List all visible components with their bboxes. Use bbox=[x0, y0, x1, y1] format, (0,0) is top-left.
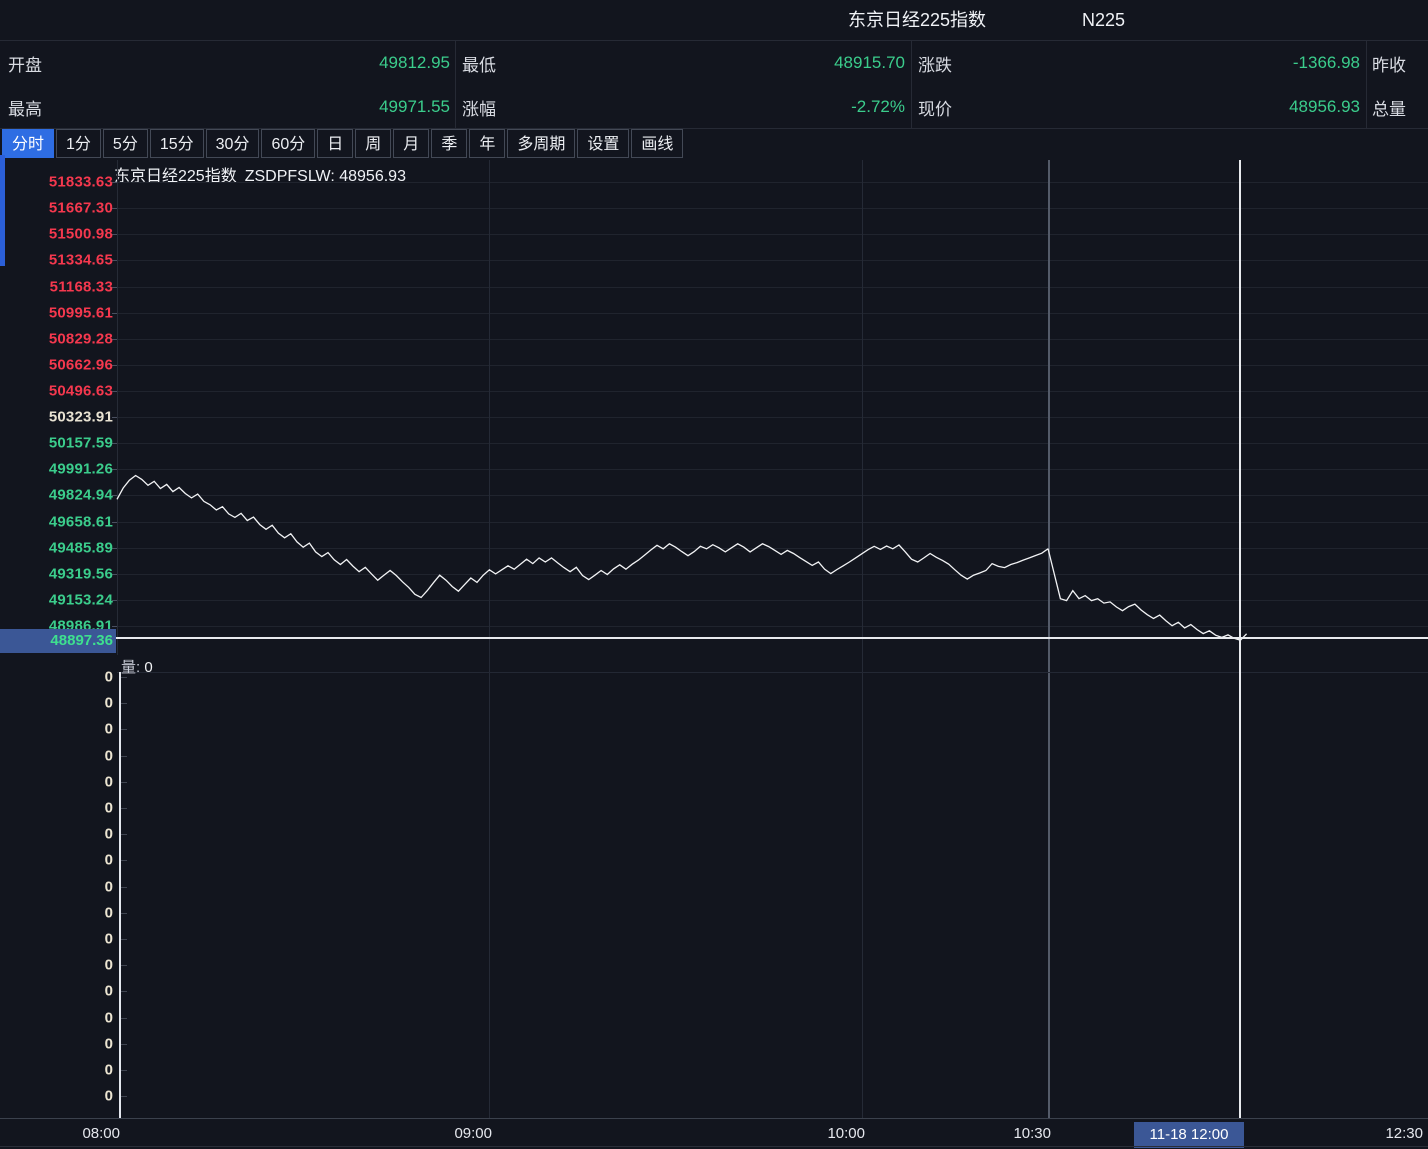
volume-axis-tick bbox=[121, 913, 127, 914]
instrument-symbol: N225 bbox=[1082, 0, 1125, 40]
volume-axis-tick bbox=[121, 1070, 127, 1071]
volume-axis-tick bbox=[121, 834, 127, 835]
tab-季[interactable]: 季 bbox=[431, 129, 467, 158]
quote-field: 涨跌-1366.98 bbox=[918, 41, 1360, 85]
volume-axis-label: 0 bbox=[0, 931, 113, 948]
tab-多周期[interactable]: 多周期 bbox=[507, 129, 575, 158]
time-axis-label: 12:30 bbox=[1385, 1119, 1423, 1149]
volume-label: 量 bbox=[121, 659, 136, 676]
volume-axis-label: 0 bbox=[0, 852, 113, 869]
quote-field-label: 涨跌 bbox=[918, 51, 952, 76]
bottom-edge-line bbox=[0, 1146, 1428, 1147]
quote-field: 总量 bbox=[1372, 85, 1428, 129]
quote-field: 最高49971.55 bbox=[8, 85, 450, 129]
volume-axis-label: 0 bbox=[0, 669, 113, 686]
quote-divider bbox=[1366, 41, 1367, 128]
tab-画线[interactable]: 画线 bbox=[631, 129, 683, 158]
volume-pane-top-border bbox=[117, 672, 1428, 673]
time-axis-label: 09:00 bbox=[454, 1119, 492, 1149]
quote-field-value: -1366.98 bbox=[952, 53, 1360, 73]
volume-axis-label: 0 bbox=[0, 878, 113, 895]
quote-field-label: 总量 bbox=[1372, 95, 1406, 120]
crosshair-vertical-line bbox=[1239, 160, 1241, 1118]
time-axis-label: 10:30 bbox=[1013, 1119, 1051, 1149]
volume-axis-label: 0 bbox=[0, 983, 113, 1000]
volume-axis-label: 0 bbox=[0, 721, 113, 738]
volume-header: 量: 0 bbox=[121, 656, 153, 677]
quote-field-value: 48915.70 bbox=[496, 53, 905, 73]
quote-field: 最低48915.70 bbox=[462, 41, 905, 85]
volume-axis-tick bbox=[121, 1044, 127, 1045]
quote-field-value: -2.72% bbox=[496, 97, 905, 117]
volume-axis-label: 0 bbox=[0, 826, 113, 843]
volume-axis-label: 0 bbox=[0, 957, 113, 974]
volume-axis-tick bbox=[121, 1018, 127, 1019]
quote-field-value: 49812.95 bbox=[42, 53, 450, 73]
volume-value: 0 bbox=[144, 659, 152, 676]
quote-field-value: 48956.93 bbox=[952, 97, 1360, 117]
volume-axis-label: 0 bbox=[0, 747, 113, 764]
tab-设置[interactable]: 设置 bbox=[577, 129, 629, 158]
price-line bbox=[117, 476, 1247, 641]
period-tab-bar: 分时1分5分15分30分60分日周月季年多周期设置画线 bbox=[0, 129, 1428, 160]
volume-axis-tick bbox=[121, 939, 127, 940]
quote-field-label: 最低 bbox=[462, 51, 496, 76]
chart-area[interactable]: 东京日经225指数ZSDPFSLW: 48956.93 51833.635166… bbox=[0, 160, 1428, 1149]
tab-月[interactable]: 月 bbox=[393, 129, 429, 158]
volume-axis-label: 0 bbox=[0, 1088, 113, 1105]
tab-年[interactable]: 年 bbox=[469, 129, 505, 158]
volume-axis-label: 0 bbox=[0, 800, 113, 817]
time-axis-label: 08:00 bbox=[82, 1119, 120, 1149]
top-bar: 东京日经225指数 N225 bbox=[0, 0, 1428, 41]
volume-axis-tick bbox=[121, 965, 127, 966]
volume-axis-tick bbox=[121, 1096, 127, 1097]
quote-field-label: 现价 bbox=[918, 95, 952, 120]
volume-axis-label: 0 bbox=[0, 904, 113, 921]
crosshair-time-flag: 11-18 12:00 bbox=[1134, 1122, 1244, 1148]
stock-app-window: { "header": { "title": "东京日经225指数", "sym… bbox=[0, 0, 1428, 1149]
tab-15分[interactable]: 15分 bbox=[150, 129, 204, 158]
tab-60分[interactable]: 60分 bbox=[261, 129, 315, 158]
quote-divider bbox=[911, 41, 912, 128]
price-line-plot bbox=[0, 160, 1428, 1118]
quote-field: 昨收 bbox=[1372, 41, 1428, 85]
volume-axis-tick bbox=[121, 729, 127, 730]
time-axis-label: 10:00 bbox=[827, 1119, 865, 1149]
quote-divider bbox=[455, 41, 456, 128]
volume-axis-tick bbox=[121, 703, 127, 704]
volume-axis-label: 0 bbox=[0, 1009, 113, 1026]
quote-field: 开盘49812.95 bbox=[8, 41, 450, 85]
tab-分时[interactable]: 分时 bbox=[2, 129, 54, 158]
volume-axis-tick bbox=[121, 677, 127, 678]
volume-axis-tick bbox=[121, 887, 127, 888]
volume-axis-tick bbox=[121, 991, 127, 992]
time-x-axis: 11-18 12:00 08:00 09:00 10:00 10:30 12:30 bbox=[0, 1118, 1428, 1149]
quote-field-label: 昨收 bbox=[1372, 51, 1406, 76]
volume-axis-label: 0 bbox=[0, 773, 113, 790]
crosshair-price-flag: 48897.36 bbox=[0, 629, 116, 653]
quote-info-bar: 开盘49812.95 最低48915.70 涨跌-1366.98 昨收最高49971.… bbox=[0, 41, 1428, 129]
volume-axis-tick bbox=[121, 808, 127, 809]
quote-field: 涨幅-2.72% bbox=[462, 85, 905, 129]
quote-field-label: 最高 bbox=[8, 95, 42, 120]
volume-axis-tick bbox=[121, 782, 127, 783]
quote-field-label: 开盘 bbox=[8, 51, 42, 76]
volume-axis-tick bbox=[121, 756, 127, 757]
tab-5分[interactable]: 5分 bbox=[103, 129, 148, 158]
volume-axis-label: 0 bbox=[0, 1035, 113, 1052]
tab-1分[interactable]: 1分 bbox=[56, 129, 101, 158]
volume-axis-label: 0 bbox=[0, 1062, 113, 1079]
quote-field: 现价48956.93 bbox=[918, 85, 1360, 129]
volume-axis-line bbox=[119, 672, 121, 1118]
quote-field-value: 49971.55 bbox=[42, 97, 450, 117]
crosshair-horizontal-line bbox=[116, 637, 1428, 639]
tab-日[interactable]: 日 bbox=[317, 129, 353, 158]
volume-axis-label: 0 bbox=[0, 695, 113, 712]
quote-field-label: 涨幅 bbox=[462, 95, 496, 120]
tab-30分[interactable]: 30分 bbox=[206, 129, 260, 158]
volume-axis-tick bbox=[121, 860, 127, 861]
tab-周[interactable]: 周 bbox=[355, 129, 391, 158]
instrument-title: 东京日经225指数 bbox=[848, 0, 986, 40]
